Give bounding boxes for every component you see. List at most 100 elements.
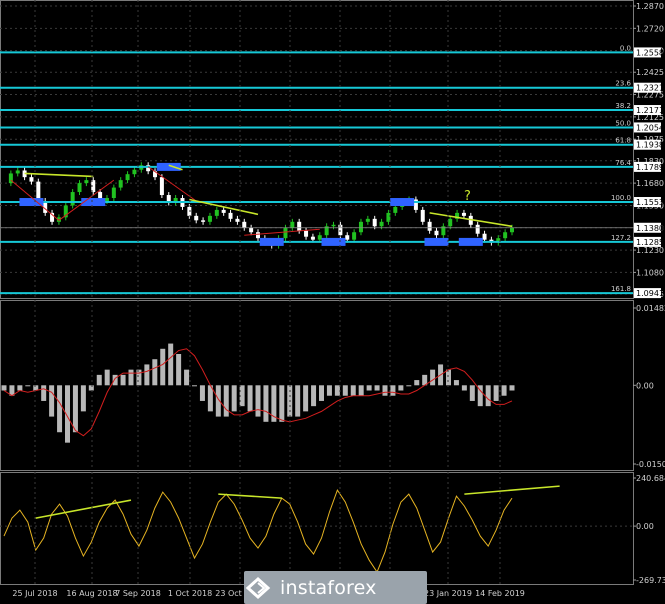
x-tick-label: 7 Sep 2018 — [115, 589, 161, 598]
candle-body — [297, 221, 302, 231]
macd-bar — [255, 385, 261, 417]
y-tick-label: 1.1080 — [636, 268, 664, 277]
macd-bar — [120, 374, 126, 386]
macd-bar — [414, 380, 420, 386]
candle-body — [132, 169, 137, 175]
candle-body — [235, 218, 240, 222]
pattern-line — [244, 228, 320, 236]
macd-bar — [17, 385, 23, 391]
macd-bar — [96, 374, 102, 386]
macd-bar — [176, 354, 182, 386]
oscillator-trend-line — [464, 485, 560, 495]
candle-body — [317, 235, 322, 240]
question-annotation: ? — [464, 189, 471, 204]
y-tick-label: 1.1230 — [636, 246, 664, 255]
macd-bar — [128, 369, 134, 386]
fib-price-label: 1.1789 — [636, 163, 664, 172]
fib-price-label: 1.2054 — [636, 123, 664, 132]
macd-bar — [406, 385, 412, 387]
macd-bar — [319, 385, 324, 401]
candle-body — [70, 192, 75, 206]
current-price-label: 1.1380 — [636, 224, 664, 233]
candle-body — [448, 218, 453, 227]
macd-bar — [461, 385, 467, 391]
support-box — [156, 162, 181, 171]
y-tick-label: 0.00 — [636, 381, 654, 390]
macd-bar — [366, 385, 372, 391]
x-tick-label: 23 Jan 2019 — [424, 589, 472, 598]
candle-body — [379, 221, 384, 227]
candle-body — [434, 230, 439, 236]
y-tick-label: 0.01482 — [636, 304, 665, 313]
panel-frame — [0, 472, 634, 585]
candle-body — [304, 230, 309, 237]
macd-bar — [263, 385, 269, 422]
oscillator-trend-line — [35, 499, 132, 519]
x-tick-label: 14 Feb 2019 — [475, 589, 525, 598]
fib-level-label: 0.0 — [620, 44, 631, 52]
macd-bar — [136, 369, 142, 386]
fib-price-label: 1.1553 — [636, 198, 664, 207]
macd-bar — [192, 385, 197, 387]
macd-bar — [104, 369, 110, 386]
fib-level-label: 76.4 — [615, 159, 631, 167]
macd-bar — [382, 385, 388, 396]
y-tick-label: 1.1680 — [636, 179, 664, 188]
candle-body — [84, 180, 89, 184]
macd-bar — [80, 385, 86, 412]
macd-bar — [303, 385, 309, 412]
candle-body — [228, 212, 233, 219]
fib-price-label: 1.1285 — [636, 238, 664, 247]
candle-body — [510, 227, 514, 233]
macd-bar — [41, 385, 47, 401]
macd-bar — [184, 369, 190, 386]
candle-body — [393, 206, 398, 213]
candle-body — [29, 177, 34, 182]
macd-bar — [374, 385, 380, 391]
candle-body — [290, 221, 295, 228]
panel-frame — [0, 0, 634, 299]
macd-bar — [152, 359, 158, 386]
macd-bar — [25, 385, 31, 387]
macd-bar — [231, 385, 237, 412]
macd-bar — [57, 385, 63, 433]
candle-body — [475, 224, 480, 234]
macd-bar — [144, 364, 150, 386]
y-tick-label: 1.2425 — [636, 68, 664, 77]
candle-body — [372, 218, 377, 227]
candle-body — [118, 180, 123, 188]
candle-body — [345, 235, 350, 240]
macd-bar — [390, 385, 396, 396]
macd-bar — [168, 343, 174, 386]
macd-bar — [160, 348, 166, 386]
fib-price-label: 1.2171 — [636, 106, 664, 115]
chart-canvas: 1.28701.27201.25701.24251.22751.21251.19… — [0, 0, 665, 598]
fib-level-label: 50.0 — [615, 119, 631, 127]
fib-price-label: 1.2558 — [636, 48, 664, 57]
candle-body — [125, 174, 130, 181]
fib-price-label: 1.0941 — [636, 289, 664, 298]
candle-body — [420, 209, 425, 222]
x-tick-label: 25 Jul 2018 — [12, 589, 57, 598]
support-box — [390, 198, 415, 207]
oscillator-panel: 240.6846 0.00 -269.7345 — [0, 472, 665, 585]
macd-bar — [49, 385, 55, 417]
macd-bar — [358, 385, 364, 396]
candle-body — [331, 224, 336, 227]
y-tick-label: -0.01509 — [636, 460, 665, 469]
y-tick-label: 240.6846 — [636, 474, 665, 483]
macd-bar — [112, 374, 118, 386]
macd-bar — [453, 380, 459, 386]
fib-price-label: 1.1938 — [636, 141, 664, 150]
candle-body — [104, 198, 109, 201]
candle-body — [214, 209, 219, 216]
macd-bar — [501, 385, 507, 396]
macd-bar — [1, 385, 7, 391]
candle-body — [221, 209, 226, 213]
y-tick-label: 0.00 — [636, 522, 654, 531]
macd-bar — [485, 385, 491, 407]
fib-level-label: 100.0 — [611, 194, 631, 202]
macd-bar — [311, 385, 317, 407]
candle-body — [207, 215, 212, 222]
candle-body — [194, 215, 199, 221]
